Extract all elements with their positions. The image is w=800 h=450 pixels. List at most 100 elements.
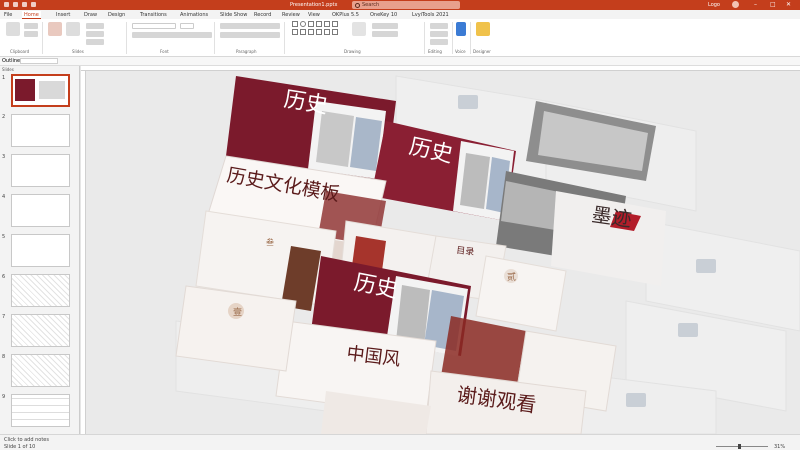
slide-collage: 历史 历史 历史 历史文化模板 墨迹 中国风 谢谢观看 壹 贰 叁 目录 [175, 75, 800, 434]
oval-shape-icon[interactable] [300, 21, 306, 27]
star-shape-icon[interactable] [324, 21, 330, 27]
paragraph-list-buttons[interactable] [220, 23, 280, 29]
tab-design[interactable]: Design [108, 11, 125, 19]
avatar[interactable] [732, 1, 739, 8]
new-slide-icon[interactable] [48, 22, 62, 36]
designer-icon[interactable] [476, 22, 490, 36]
close-button[interactable]: ✕ [786, 1, 791, 9]
group-label-paragraph: Paragraph [236, 49, 257, 54]
slide-thumbnail-8[interactable] [11, 354, 70, 387]
group-label-font: Font [160, 49, 169, 54]
slide-number: 7 [2, 314, 6, 320]
group-label-editing: Editing [428, 49, 442, 54]
arrange-icon[interactable] [352, 22, 366, 36]
minimize-button[interactable]: – [754, 1, 757, 9]
quick-access-toolbar [4, 2, 36, 7]
font-style-buttons[interactable] [132, 32, 212, 38]
curve-shape-icon[interactable] [292, 29, 298, 35]
save-icon[interactable] [4, 2, 9, 7]
notes-prompt[interactable]: Click to add notes [4, 437, 49, 443]
tab-file[interactable]: File [4, 11, 12, 19]
shapes-gallery[interactable] [292, 21, 338, 35]
slide-canvas[interactable]: 历史 历史 历史 历史文化模板 墨迹 中国风 谢谢观看 壹 贰 叁 目录 [86, 71, 800, 434]
slide-thumbnail-4[interactable] [11, 194, 70, 227]
format-bar-field[interactable] [20, 58, 58, 64]
ribbon: Clipboard Slides Font Paragraph Drawing … [0, 19, 800, 57]
title-bar: Presentation1.pptx Search Logo – □ ✕ [0, 0, 800, 10]
layout-button[interactable] [86, 23, 104, 29]
microphone-icon[interactable] [456, 22, 466, 36]
slide-thumbnail-6[interactable] [11, 274, 70, 307]
undo-icon[interactable] [13, 2, 18, 7]
tab-onekey[interactable]: OneKey 10 [370, 11, 397, 19]
slide-number: 9 [2, 394, 6, 400]
tab-slideshow[interactable]: Slide Show [220, 11, 247, 19]
zoom-slider-handle[interactable] [738, 444, 741, 449]
tab-review[interactable]: Review [282, 11, 300, 19]
block-arrow-shape-icon[interactable] [316, 29, 322, 35]
tab-record[interactable]: Record [254, 11, 271, 19]
font-size-select[interactable] [180, 23, 194, 29]
chapter-label-3: 叁 [266, 237, 274, 247]
slide-thumbnail-2[interactable] [11, 114, 70, 147]
find-button[interactable] [430, 23, 448, 29]
tab-transitions[interactable]: Transitions [140, 11, 167, 19]
ribbon-tabs: File Home Insert Draw Design Transitions… [0, 10, 800, 19]
slide-number: 2 [2, 114, 6, 120]
document-title: Presentation1.pptx [290, 2, 338, 8]
chapter-label-1: 壹 [233, 306, 242, 318]
slide-number: 1 [2, 75, 6, 81]
slide-pane-heading: Slides [2, 67, 14, 72]
search-input[interactable]: Search [352, 1, 460, 9]
zoom-slider-track[interactable] [716, 446, 768, 447]
slide-number: 3 [2, 154, 6, 160]
group-label-designer: Designer [473, 49, 491, 54]
tab-okplus[interactable]: OKPlus 5.5 [332, 11, 359, 19]
format-bar-label: Outline [2, 58, 21, 64]
flowchart-shape-icon[interactable] [324, 29, 330, 35]
group-label-clipboard: Clipboard [10, 49, 30, 54]
copy-button[interactable] [24, 31, 38, 37]
chapter-label-2: 贰 [507, 271, 516, 283]
format-bar: Outline [0, 57, 800, 66]
callout-shape-icon[interactable] [308, 29, 314, 35]
tab-insert[interactable]: Insert [56, 11, 70, 19]
present-icon[interactable] [31, 2, 36, 7]
shape-fill-button[interactable] [372, 23, 398, 29]
paste-icon[interactable] [6, 22, 20, 36]
brace-shape-icon[interactable] [300, 29, 306, 35]
slide-thumbnail-9[interactable] [11, 394, 70, 427]
tab-home[interactable]: Home [22, 11, 41, 19]
reuse-slides-icon[interactable] [66, 22, 80, 36]
more-shapes-icon[interactable] [332, 29, 338, 35]
tab-view[interactable]: View [308, 11, 320, 19]
tab-animations[interactable]: Animations [180, 11, 208, 19]
cut-button[interactable] [24, 23, 38, 29]
zoom-level[interactable]: 31% [774, 444, 785, 450]
triangle-shape-icon[interactable] [308, 21, 314, 27]
arrow-shape-icon[interactable] [316, 21, 322, 27]
group-label-slides: Slides [72, 49, 84, 54]
font-name-select[interactable] [132, 23, 176, 29]
slide-thumbnail-7[interactable] [11, 314, 70, 347]
shape-outline-button[interactable] [372, 31, 398, 37]
user-name[interactable]: Logo [708, 2, 720, 8]
slide-thumbnail-5[interactable] [11, 234, 70, 267]
rectangle-shape-icon[interactable] [292, 21, 298, 27]
slide-counter: Slide 1 of 10 [4, 444, 36, 450]
reset-button[interactable] [86, 31, 104, 37]
slide-thumbnail-3[interactable] [11, 154, 70, 187]
slide-number: 6 [2, 274, 6, 280]
maximize-button[interactable]: □ [770, 1, 776, 9]
select-button[interactable] [430, 39, 448, 45]
tab-lvyitools[interactable]: LvyiTools 2021 [412, 11, 449, 19]
slide-thumbnail-pane[interactable]: Slides 1 2 3 4 5 6 7 8 9 [0, 66, 80, 434]
line-shape-icon[interactable] [332, 21, 338, 27]
group-label-voice: Voice [455, 49, 466, 54]
section-button[interactable] [86, 39, 104, 45]
tab-draw[interactable]: Draw [84, 11, 97, 19]
redo-icon[interactable] [22, 2, 27, 7]
replace-button[interactable] [430, 31, 448, 37]
slide-thumbnail-1[interactable] [11, 74, 70, 107]
paragraph-align-buttons[interactable] [220, 32, 280, 38]
